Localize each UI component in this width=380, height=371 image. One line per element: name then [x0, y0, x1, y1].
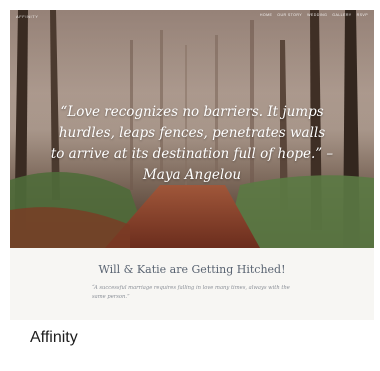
hero-image: AFFINITY HOME OUR STORY WEDDING GALLERY … — [10, 10, 374, 248]
preview-nav-item: RSVP — [356, 13, 368, 17]
hero-quote: “Love recognizes no barriers. It jumps h… — [50, 104, 334, 183]
preview-nav: HOME OUR STORY WEDDING GALLERY RSVP — [260, 13, 368, 17]
theme-card[interactable]: AFFINITY HOME OUR STORY WEDDING GALLERY … — [0, 0, 380, 371]
preview-nav-item: GALLERY — [332, 13, 352, 17]
preview-nav-item: WEDDING — [307, 13, 328, 17]
couple-title: Will & Katie are Getting Hitched! — [98, 263, 286, 276]
preview-nav-item: OUR STORY — [277, 13, 303, 17]
preview-nav-item: HOME — [259, 13, 273, 17]
theme-preview-thumbnail[interactable]: AFFINITY HOME OUR STORY WEDDING GALLERY … — [10, 10, 374, 320]
theme-name[interactable]: Affinity — [30, 329, 78, 347]
preview-top-bar: AFFINITY HOME OUR STORY WEDDING GALLERY … — [10, 10, 374, 26]
sub-quote: “A successful marriage requires falling … — [92, 285, 290, 300]
preview-site-logo: AFFINITY — [16, 14, 39, 19]
